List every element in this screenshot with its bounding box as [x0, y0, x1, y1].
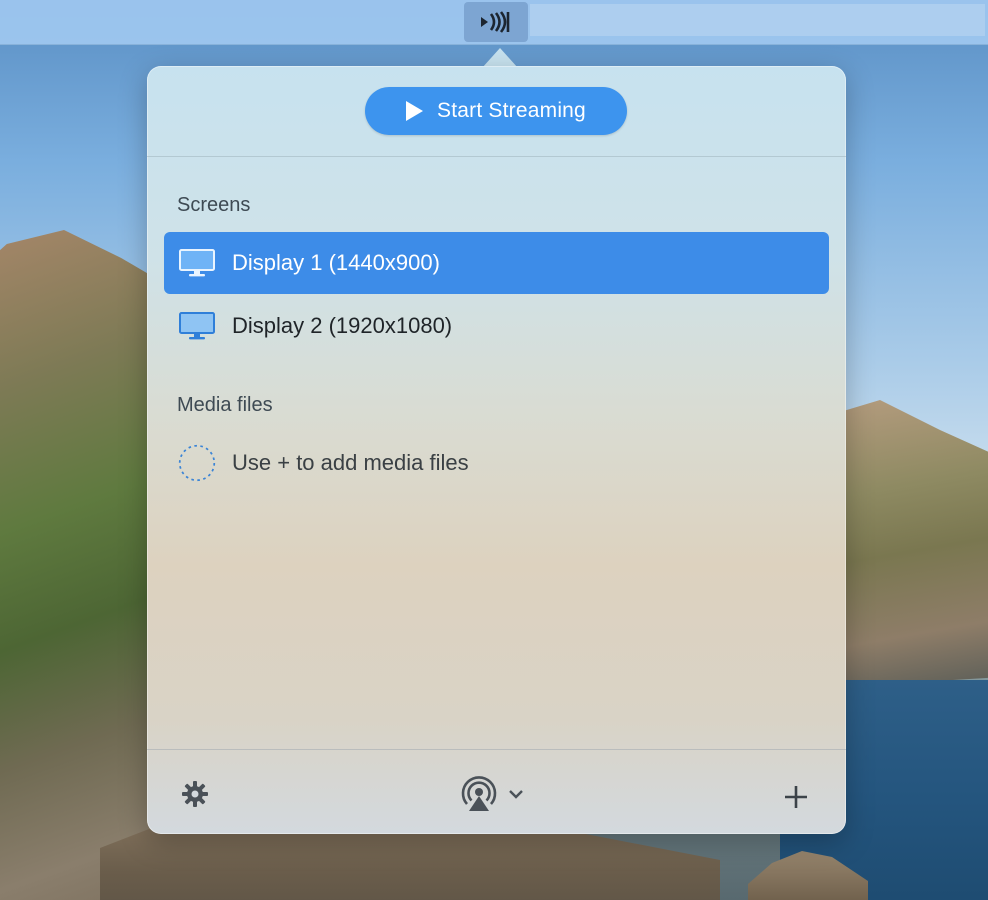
airplay-target-button[interactable]	[453, 772, 533, 816]
start-streaming-button[interactable]: Start Streaming	[365, 87, 627, 135]
popover-header: Start Streaming	[147, 66, 846, 157]
menu-bar	[0, 0, 988, 45]
screen-item-label: Display 1 (1440x900)	[232, 250, 440, 275]
dashed-circle-icon	[178, 441, 216, 485]
menubar-item-blurred	[745, 4, 985, 36]
chevron-down-icon	[509, 790, 523, 799]
menubar-item-blurred	[685, 4, 745, 36]
media-section-title: Media files	[177, 394, 273, 416]
screen-item-display-1[interactable]: Display 1 (1440x900)	[164, 232, 829, 294]
monitor-icon	[178, 311, 216, 341]
screen-item-display-2[interactable]: Display 2 (1920x1080)	[164, 295, 829, 357]
media-empty-item: Use + to add media files	[164, 432, 829, 494]
settings-button[interactable]	[179, 778, 211, 810]
airplay-icon	[461, 776, 497, 811]
airbeam-stream-icon	[481, 11, 510, 33]
menubar-item-blurred	[625, 4, 685, 36]
airbeam-menubar-button[interactable]	[464, 2, 528, 42]
screens-section-title: Screens	[177, 194, 251, 216]
gear-icon	[182, 781, 208, 807]
media-empty-label: Use + to add media files	[232, 450, 469, 475]
screen-item-label: Display 2 (1920x1080)	[232, 313, 453, 338]
streaming-popover: Start Streaming Screens Display 1 (1440x…	[147, 66, 846, 834]
menubar-item-blurred	[530, 4, 625, 36]
plus-icon	[785, 786, 807, 808]
monitor-icon	[178, 248, 216, 278]
add-media-button[interactable]	[779, 780, 813, 814]
popover-footer	[147, 749, 846, 835]
start-streaming-label: Start Streaming	[437, 99, 586, 122]
play-icon	[406, 101, 424, 121]
